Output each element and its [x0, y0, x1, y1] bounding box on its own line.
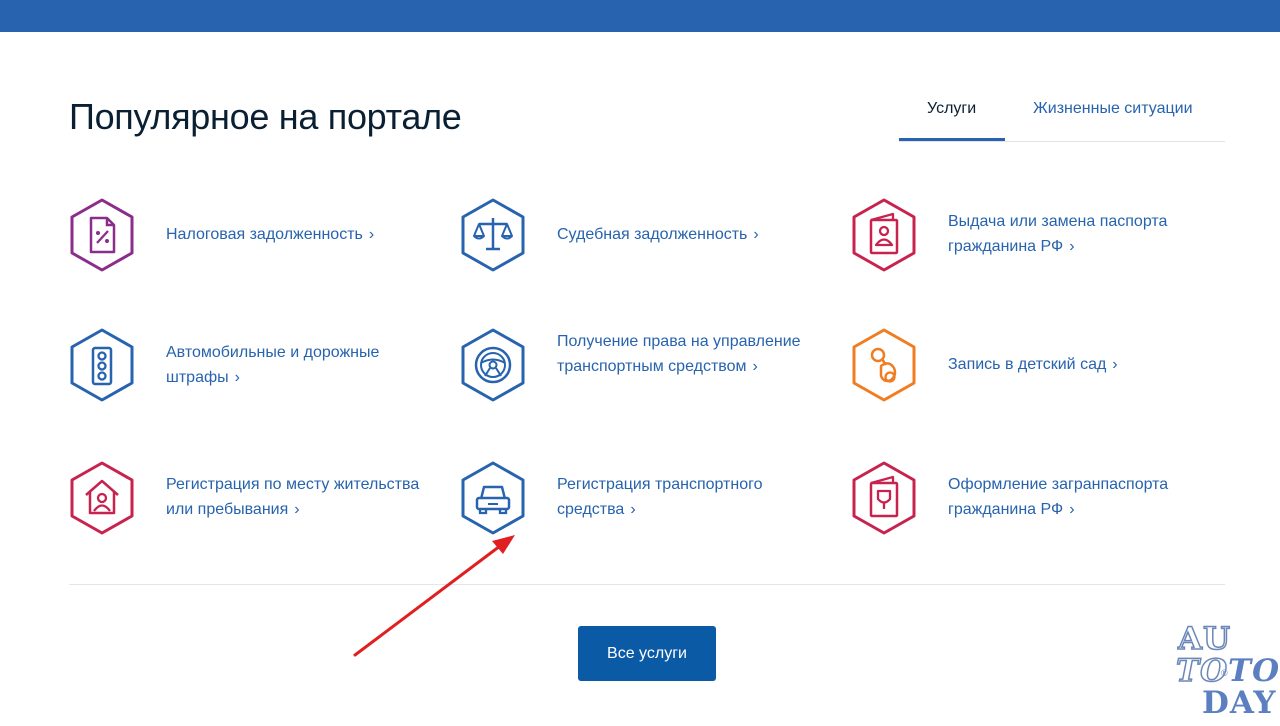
service-label: Судебная задолженность — [557, 226, 748, 243]
house-person-icon — [70, 461, 134, 535]
service-vehicle-registration[interactable]: Регистрация транспортного средства › — [460, 461, 820, 535]
all-services-button[interactable]: Все услуги — [578, 626, 716, 681]
chevron-right-icon: › — [368, 226, 375, 243]
service-passport[interactable]: Выдача или замена паспорта гражданина РФ… — [851, 198, 1225, 272]
foreign-passport-icon — [852, 461, 916, 535]
active-tab-indicator — [899, 138, 1005, 141]
chevron-right-icon: › — [1069, 500, 1075, 518]
chevron-right-icon: › — [294, 500, 300, 518]
service-tax-debt[interactable]: Налоговая задолженность › — [69, 198, 429, 272]
tax-document-icon — [70, 198, 134, 272]
service-foreign-passport[interactable]: Оформление загранпаспорта гражданина РФ › — [851, 461, 1225, 535]
service-kindergarten[interactable]: Запись в детский сад › — [851, 328, 1225, 402]
tab-life-situations[interactable]: Жизненные ситуации — [1033, 100, 1193, 118]
traffic-light-icon — [70, 328, 134, 402]
top-header-bar — [0, 0, 1280, 32]
pacifier-icon — [852, 328, 916, 402]
chevron-right-icon: › — [752, 357, 758, 375]
tabs-bar: Услуги Жизненные ситуации — [899, 96, 1225, 142]
service-court-debt[interactable]: Судебная задолженность › — [460, 198, 820, 272]
tab-services[interactable]: Услуги — [927, 100, 976, 118]
chevron-right-icon: › — [1069, 237, 1075, 255]
chevron-right-icon: › — [753, 226, 759, 243]
service-label: Запись в детский сад — [948, 356, 1107, 373]
chevron-right-icon: › — [1112, 356, 1118, 373]
passport-icon — [852, 198, 916, 272]
car-icon — [461, 461, 525, 535]
section-divider — [69, 584, 1225, 585]
registered-mark-icon: ® — [1221, 668, 1228, 678]
service-driving-license[interactable]: Получение права на управление транспортн… — [460, 328, 820, 402]
service-residence-registration[interactable]: Регистрация по месту жительства или преб… — [69, 461, 429, 535]
service-label: Автомобильные и дорожные штрафы — [166, 344, 380, 386]
service-label: Выдача или замена паспорта гражданина РФ — [948, 213, 1168, 255]
watermark-text: TO — [1228, 653, 1280, 689]
watermark-text: AU — [1177, 621, 1232, 657]
page-title: Популярное на портале — [69, 96, 462, 137]
autotoday-watermark: AU TO ® TO DAY — [1172, 622, 1280, 726]
service-label: Получение права на управление транспортн… — [557, 333, 801, 375]
service-label: Налоговая задолженность — [166, 226, 363, 243]
chevron-right-icon: › — [630, 500, 636, 518]
service-traffic-fines[interactable]: Автомобильные и дорожные штрафы › — [69, 328, 429, 402]
steering-wheel-icon — [461, 328, 525, 402]
service-label: Оформление загранпаспорта гражданина РФ — [948, 476, 1169, 518]
service-label: Регистрация транспортного средства — [557, 476, 763, 518]
service-label: Регистрация по месту жительства или преб… — [166, 476, 420, 518]
chevron-right-icon: › — [234, 368, 240, 386]
scales-icon — [461, 198, 525, 272]
watermark-text: DAY — [1202, 685, 1277, 721]
